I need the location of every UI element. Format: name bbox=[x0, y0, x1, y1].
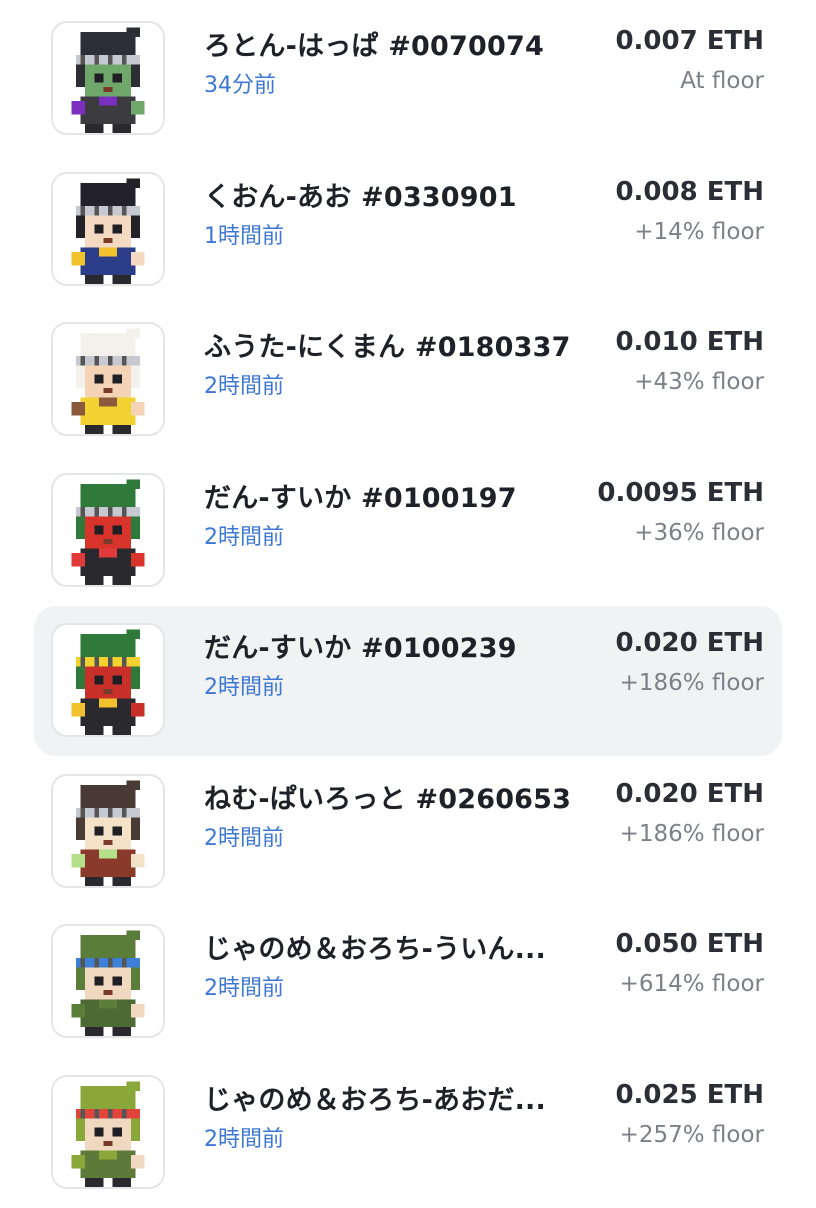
nft-name[interactable]: ろとん-はっぱ #0070074 bbox=[204, 24, 584, 63]
floor-difference: +186% floor bbox=[619, 670, 764, 696]
nft-name[interactable]: ふうた-にくまん #0180337 bbox=[204, 325, 584, 364]
nft-thumbnail[interactable] bbox=[51, 1074, 165, 1189]
activity-row[interactable]: だん-すいか #0100239 2時間前 0.020 ETH +186% floor bbox=[34, 606, 782, 756]
nft-thumbnail[interactable] bbox=[51, 773, 165, 888]
nft-name[interactable]: だん-すいか #0100197 bbox=[204, 476, 584, 515]
floor-difference: +186% floor bbox=[619, 820, 764, 847]
sale-time: 2時間前 bbox=[204, 374, 284, 399]
sale-time: 34分前 bbox=[204, 73, 276, 98]
sale-price: 0.050 ETH bbox=[615, 929, 764, 959]
nft-thumbnail[interactable] bbox=[51, 171, 165, 286]
sale-time: 1時間前 bbox=[204, 223, 284, 249]
sale-price: 0.008 ETH bbox=[615, 176, 764, 207]
sale-price: 0.025 ETH bbox=[615, 1079, 764, 1110]
sale-time: 2時間前 bbox=[204, 976, 284, 1001]
sale-price: 0.020 ETH bbox=[615, 628, 764, 658]
floor-difference: At floor bbox=[680, 68, 764, 94]
nft-thumbnail[interactable] bbox=[51, 623, 165, 737]
nft-thumbnail[interactable] bbox=[51, 322, 165, 436]
sale-time: 2時間前 bbox=[204, 675, 284, 700]
nft-name[interactable]: くおん-あお #0330901 bbox=[204, 175, 584, 214]
activity-list: ろとん-はっぱ #0070074 34分前 0.007 ETH At floor くお… bbox=[0, 0, 816, 1200]
nft-name[interactable]: ねむ-ぱいろっと #0260653 bbox=[204, 777, 584, 816]
activity-row[interactable]: だん-すいか #0100197 2時間前 0.0095 ETH +36% floor bbox=[34, 456, 782, 606]
activity-row[interactable]: ろとん-はっぱ #0070074 34分前 0.007 ETH At floor bbox=[34, 4, 782, 154]
sale-price: 0.020 ETH bbox=[615, 778, 764, 809]
nft-thumbnail[interactable] bbox=[51, 472, 165, 587]
floor-difference: +257% floor bbox=[619, 1121, 764, 1148]
sale-price: 0.010 ETH bbox=[615, 327, 764, 357]
floor-difference: +36% floor bbox=[634, 519, 764, 546]
sale-price: 0.007 ETH bbox=[615, 26, 764, 56]
activity-row[interactable]: じゃのめ＆おろち-ういん... 2時間前 0.050 ETH +614% floor bbox=[34, 907, 782, 1057]
sale-time: 2時間前 bbox=[204, 524, 284, 550]
activity-row[interactable]: ねむ-ぱいろっと #0260653 2時間前 0.020 ETH +186% floo… bbox=[34, 757, 782, 907]
nft-name[interactable]: だん-すいか #0100239 bbox=[204, 626, 584, 665]
activity-row[interactable]: くおん-あお #0330901 1時間前 0.008 ETH +14% floor bbox=[34, 155, 782, 305]
floor-difference: +43% floor bbox=[634, 369, 764, 395]
sale-price: 0.0095 ETH bbox=[597, 477, 764, 508]
activity-row[interactable]: ふうた-にくまん #0180337 2時間前 0.010 ETH +43% floor bbox=[34, 305, 782, 455]
floor-difference: +614% floor bbox=[619, 971, 764, 997]
floor-difference: +14% floor bbox=[634, 218, 764, 245]
nft-name[interactable]: じゃのめ＆おろち-ういん... bbox=[204, 927, 584, 966]
activity-row[interactable]: じゃのめ＆おろち-あおだ... 2時間前 0.025 ETH +257% floor bbox=[34, 1058, 782, 1208]
sale-time: 2時間前 bbox=[204, 1126, 284, 1152]
nft-thumbnail[interactable] bbox=[51, 924, 165, 1038]
nft-thumbnail[interactable] bbox=[51, 21, 165, 135]
nft-name[interactable]: じゃのめ＆おろち-あおだ... bbox=[204, 1078, 584, 1117]
sale-time: 2時間前 bbox=[204, 825, 284, 851]
